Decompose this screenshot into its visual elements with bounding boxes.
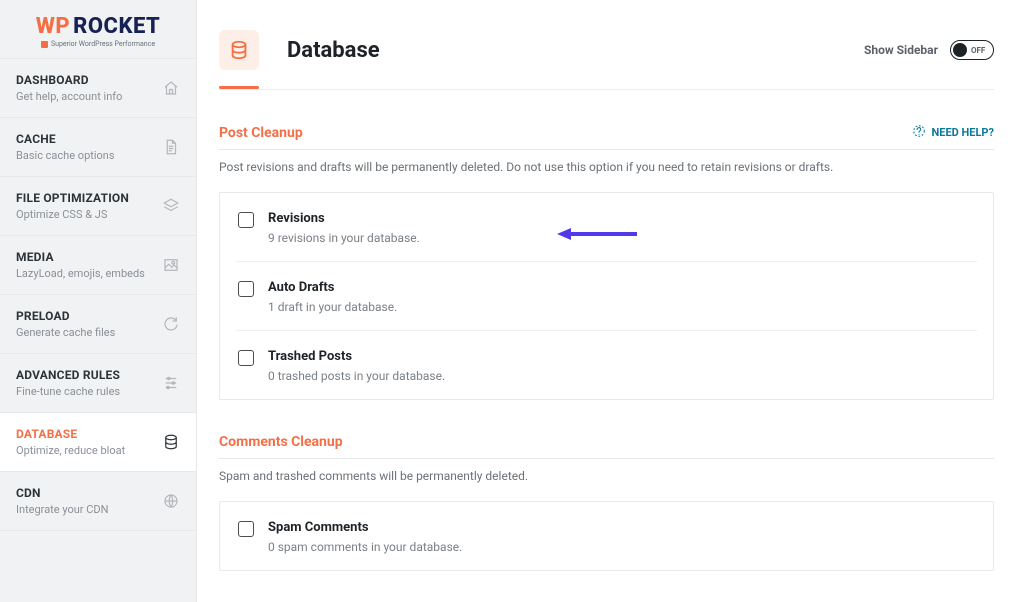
show-sidebar-label: Show Sidebar <box>864 43 938 57</box>
option-title: Trashed Posts <box>268 349 445 364</box>
section-post-cleanup: Post Cleanup NEED HELP? Post revisions a… <box>219 124 994 400</box>
option-desc: 0 spam comments in your database. <box>268 540 462 554</box>
need-help-link[interactable]: NEED HELP? <box>912 124 995 141</box>
sidebar-item-media[interactable]: MEDIA LazyLoad, emojis, embeds <box>0 235 196 294</box>
need-help-label: NEED HELP? <box>932 126 995 139</box>
page-title: Database <box>287 38 380 63</box>
sidebar-item-database[interactable]: DATABASE Optimize, reduce bloat <box>0 412 196 471</box>
sidebar-item-label: CDN <box>16 486 108 500</box>
section-note: Post revisions and drafts will be perman… <box>219 160 994 174</box>
brand-rocket: ROCKET <box>73 14 160 39</box>
globe-icon <box>162 492 180 510</box>
sidebar-item-desc: Get help, account info <box>16 90 122 103</box>
option-desc: 9 revisions in your database. <box>268 231 420 245</box>
section-comments-cleanup: Comments Cleanup Spam and trashed commen… <box>219 434 994 571</box>
sidebar-item-desc: Integrate your CDN <box>16 503 108 516</box>
option-title: Auto Drafts <box>268 280 397 295</box>
option-revisions: Revisions 9 revisions in your database. <box>236 193 977 262</box>
sidebar-item-label: DASHBOARD <box>16 73 122 87</box>
sidebar-item-desc: Optimize, reduce bloat <box>16 444 125 457</box>
sidebar-item-label: PRELOAD <box>16 309 115 323</box>
option-spam-comments: Spam Comments 0 spam comments in your da… <box>236 502 977 570</box>
page-header: Database Show Sidebar OFF <box>219 30 994 70</box>
sidebar-item-desc: Optimize CSS & JS <box>16 208 129 221</box>
sidebar-item-dashboard[interactable]: DASHBOARD Get help, account info <box>0 58 196 117</box>
sidebar-item-desc: Basic cache options <box>16 149 115 162</box>
sidebar-item-file-optimization[interactable]: FILE OPTIMIZATION Optimize CSS & JS <box>0 176 196 235</box>
checkbox-trashed-posts[interactable] <box>238 350 254 366</box>
show-sidebar-toggle[interactable]: OFF <box>950 40 994 60</box>
option-trashed-posts: Trashed Posts 0 trashed posts in your da… <box>236 331 977 399</box>
sidebar-item-advanced-rules[interactable]: ADVANCED RULES Fine-tune cache rules <box>0 353 196 412</box>
help-icon <box>912 124 926 141</box>
sidebar-item-label: FILE OPTIMIZATION <box>16 191 129 205</box>
option-title: Revisions <box>268 211 420 226</box>
document-icon <box>162 138 180 156</box>
sidebar-item-label: MEDIA <box>16 250 145 264</box>
option-desc: 1 draft in your database. <box>268 300 397 314</box>
main-panel: Database Show Sidebar OFF Post Cleanup <box>197 0 1024 602</box>
checkbox-revisions[interactable] <box>238 212 254 228</box>
section-title: Comments Cleanup <box>219 434 343 450</box>
database-icon <box>162 433 180 451</box>
sidebar-item-desc: Fine-tune cache rules <box>16 385 120 398</box>
brand-mark-icon <box>41 41 48 48</box>
post-cleanup-options: Revisions 9 revisions in your database. … <box>219 192 994 400</box>
checkbox-auto-drafts[interactable] <box>238 281 254 297</box>
section-note: Spam and trashed comments will be perman… <box>219 469 994 483</box>
sidebar-item-cache[interactable]: CACHE Basic cache options <box>0 117 196 176</box>
sidebar-item-preload[interactable]: PRELOAD Generate cache files <box>0 294 196 353</box>
house-icon <box>162 79 180 97</box>
sidebar-item-label: ADVANCED RULES <box>16 368 120 382</box>
toggle-text: OFF <box>971 46 985 55</box>
sidebar-nav: DASHBOARD Get help, account info CACHE B… <box>0 58 196 531</box>
sidebar-item-desc: Generate cache files <box>16 326 115 339</box>
sidebar-item-desc: LazyLoad, emojis, embeds <box>16 267 145 280</box>
layers-icon <box>162 197 180 215</box>
toggle-knob-icon <box>953 43 967 57</box>
image-icon <box>162 256 180 274</box>
option-desc: 0 trashed posts in your database. <box>268 369 445 383</box>
brand-tagline: Superior WordPress Performance <box>51 40 155 48</box>
sidebar-item-cdn[interactable]: CDN Integrate your CDN <box>0 471 196 531</box>
checkbox-spam-comments[interactable] <box>238 521 254 537</box>
section-title: Post Cleanup <box>219 125 303 141</box>
sliders-icon <box>162 374 180 392</box>
sidebar-item-label: DATABASE <box>16 427 125 441</box>
refresh-icon <box>162 315 180 333</box>
database-header-icon <box>219 30 259 70</box>
brand: WP ROCKET Superior WordPress Performance <box>0 0 196 58</box>
sidebar-item-label: CACHE <box>16 132 115 146</box>
option-auto-drafts: Auto Drafts 1 draft in your database. <box>236 262 977 331</box>
divider <box>219 89 994 90</box>
option-title: Spam Comments <box>268 520 462 535</box>
brand-wp: WP <box>36 14 70 39</box>
comments-cleanup-options: Spam Comments 0 spam comments in your da… <box>219 501 994 571</box>
sidebar: WP ROCKET Superior WordPress Performance… <box>0 0 197 602</box>
